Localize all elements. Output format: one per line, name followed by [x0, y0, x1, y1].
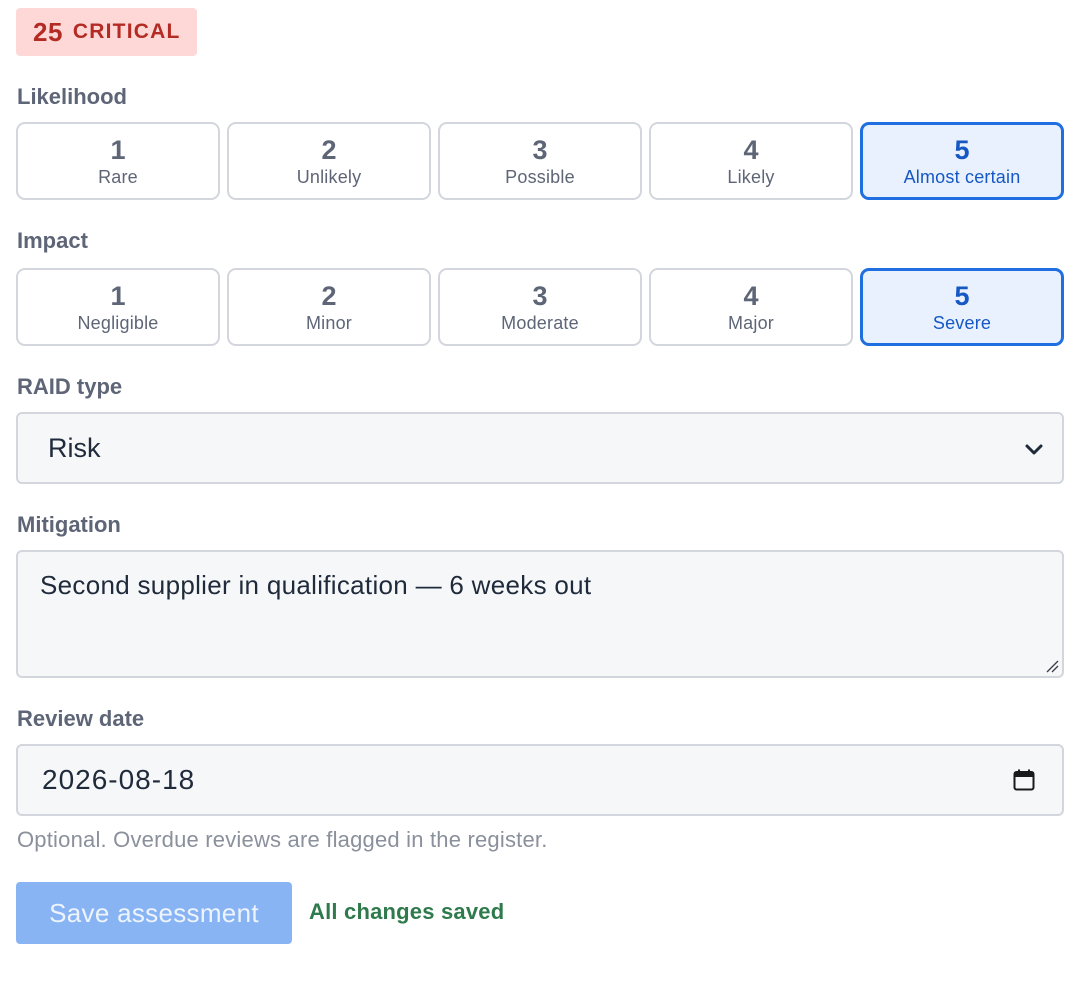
option-number: 2 — [321, 134, 337, 165]
option-label: Possible — [505, 166, 575, 187]
option-label: Likely — [727, 166, 775, 187]
impact-option-4[interactable]: 4 Major — [649, 268, 853, 346]
raid-type-select[interactable]: Risk — [16, 412, 1064, 484]
mitigation-textarea[interactable]: Second supplier in qualification — 6 wee… — [16, 550, 1064, 678]
review-date-help: Optional. Overdue reviews are flagged in… — [17, 827, 548, 852]
likelihood-option-2[interactable]: 2 Unlikely — [227, 122, 431, 200]
likelihood-option-4[interactable]: 4 Likely — [649, 122, 853, 200]
option-number: 4 — [743, 280, 759, 311]
mitigation-label: Mitigation — [17, 512, 121, 537]
option-number: 5 — [954, 280, 970, 311]
save-assessment-button[interactable]: Save assessment — [16, 882, 292, 944]
option-label: Unlikely — [296, 166, 362, 187]
option-number: 1 — [110, 280, 126, 311]
option-number: 3 — [532, 280, 548, 311]
review-date-value: 2026-08-18 — [42, 764, 196, 795]
option-label: Minor — [305, 312, 352, 333]
option-label: Major — [727, 312, 774, 333]
likelihood-option-3[interactable]: 3 Possible — [438, 122, 642, 200]
option-label: Almost certain — [903, 166, 1021, 187]
risk-score-badge: 25 CRITICAL — [16, 8, 197, 56]
impact-label: Impact — [17, 228, 88, 253]
likelihood-scale: 1 Rare 2 Unlikely 3 Possible 4 Likely 5 … — [16, 122, 1064, 200]
impact-option-5[interactable]: 5 Severe — [860, 268, 1064, 346]
risk-assessment-form: 25 CRITICAL Likelihood 1 Rare 2 Unlikely… — [0, 0, 1080, 1000]
mitigation-value: Second supplier in qualification — 6 wee… — [40, 570, 592, 600]
review-date-input[interactable]: 2026-08-18 — [16, 744, 1064, 816]
raid-type-label: RAID type — [17, 374, 123, 399]
impact-option-3[interactable]: 3 Moderate — [438, 268, 642, 346]
impact-scale: 1 Negligible 2 Minor 3 Moderate 4 Major … — [16, 268, 1064, 346]
option-number: 4 — [743, 134, 759, 165]
option-label: Rare — [98, 166, 138, 187]
likelihood-label: Likelihood — [17, 84, 127, 109]
chevron-down-icon — [1025, 444, 1043, 455]
save-status-text: All changes saved — [309, 899, 505, 924]
option-number: 2 — [321, 280, 337, 311]
likelihood-option-5[interactable]: 5 Almost certain — [860, 122, 1064, 200]
option-label: Severe — [932, 312, 992, 333]
impact-option-2[interactable]: 2 Minor — [227, 268, 431, 346]
raid-type-value: Risk — [48, 432, 101, 463]
option-number: 5 — [954, 134, 970, 165]
option-label: Negligible — [77, 312, 159, 333]
likelihood-option-1[interactable]: 1 Rare — [16, 122, 220, 200]
review-date-label: Review date — [17, 706, 145, 731]
resize-handle-icon[interactable] — [1045, 659, 1059, 673]
option-number: 1 — [110, 134, 126, 165]
risk-score-value: 25 — [33, 16, 63, 47]
calendar-icon[interactable] — [1012, 768, 1036, 792]
option-number: 3 — [532, 134, 548, 165]
option-label: Moderate — [501, 312, 579, 333]
risk-score-level: CRITICAL — [72, 20, 181, 43]
impact-option-1[interactable]: 1 Negligible — [16, 268, 220, 346]
